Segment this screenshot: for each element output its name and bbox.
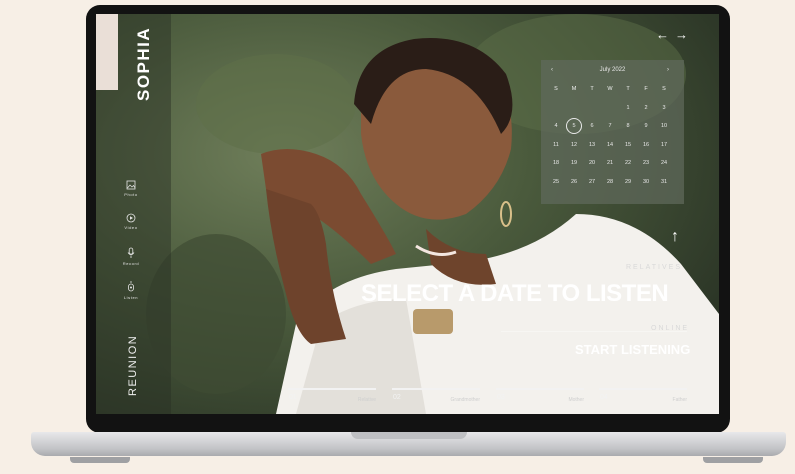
sidebar-item-photo[interactable]: Photo [116, 180, 146, 197]
calendar-day[interactable]: 4 [547, 117, 565, 136]
screen: SOPHIA Photo Video Record Listen REUNION… [96, 14, 719, 414]
calendar-day[interactable]: 23 [637, 154, 655, 173]
calendar-day[interactable]: 22 [619, 154, 637, 173]
track-item[interactable]: 02 Grandmother [392, 388, 480, 403]
calendar-day[interactable]: 8 [619, 117, 637, 136]
arrow-left-icon[interactable]: ← [656, 27, 675, 42]
sidebar-item-video[interactable]: Video [116, 213, 146, 230]
calendar-day[interactable]: 3 [655, 99, 673, 118]
sidebar-item-label: Photo [124, 192, 138, 197]
arrow-right-icon[interactable]: → [675, 27, 694, 42]
sidebar-item-label: Listen [123, 295, 139, 300]
calendar-day-selected[interactable]: 5 [566, 118, 582, 135]
calendar-day[interactable]: 14 [601, 136, 619, 155]
laptop-base [31, 432, 786, 456]
calendar-day[interactable]: 19 [565, 154, 583, 173]
calendar-day[interactable]: 15 [619, 136, 637, 155]
calendar-day[interactable]: 17 [655, 136, 673, 155]
track-label: Relative [357, 397, 376, 403]
calendar-day[interactable]: 21 [601, 154, 619, 173]
calendar-day[interactable]: 7 [601, 117, 619, 136]
mic-icon [127, 247, 135, 258]
calendar-day[interactable]: 10 [655, 117, 673, 136]
calendar-day[interactable]: 24 [655, 154, 673, 173]
calendar-day[interactable]: 26 [565, 173, 583, 192]
play-icon [126, 213, 136, 223]
brand-logo: REUNION [127, 334, 139, 396]
sidebar-item-listen[interactable]: Listen [116, 281, 146, 300]
track-label: Father [672, 397, 687, 403]
track-item[interactable]: 04 Father [599, 388, 687, 403]
calendar-grid: S M T W T F S 1 2 3 4 5 6 7 8 9 10 11 12 13 14 15 16 17 18 19 20 21… [547, 80, 673, 191]
calendar-day[interactable]: 30 [637, 173, 655, 192]
calendar-empty-cell [547, 99, 565, 118]
calendar-day[interactable]: 6 [583, 117, 601, 136]
slide-nav: ←→ [656, 27, 694, 42]
category-label: ONLINE [651, 325, 690, 332]
calendar-day[interactable]: 29 [619, 173, 637, 192]
calendar-day[interactable]: 25 [547, 173, 565, 192]
track-progress [496, 388, 584, 390]
sidebar-item-label: Video [124, 225, 138, 230]
track-number: 01 [289, 394, 297, 401]
chevron-right-icon[interactable]: › [667, 67, 669, 73]
weekday-label: F [644, 86, 648, 93]
calendar-day[interactable]: 11 [547, 136, 565, 155]
calendar-day[interactable]: 28 [601, 173, 619, 192]
calendar-header: ‹ July 2022 › [541, 67, 684, 77]
calendar-day[interactable]: 1 [619, 99, 637, 118]
weekday-label: S [554, 86, 558, 93]
calendar-day[interactable]: 16 [637, 136, 655, 155]
category-label: RELATIVES [626, 264, 682, 271]
calendar-day[interactable]: 13 [583, 136, 601, 155]
track-item[interactable]: 03 Mother [496, 388, 584, 403]
laptop-foot-right [703, 457, 763, 463]
weekday-label: S [662, 86, 666, 93]
app-name: SOPHIA [134, 26, 153, 102]
calendar-day[interactable]: 31 [655, 173, 673, 192]
calendar-empty-cell [565, 99, 583, 118]
image-icon [126, 180, 136, 190]
weekday-label: T [590, 86, 594, 93]
track-item[interactable]: 01 Relative [288, 388, 376, 403]
track-label: Mother [568, 397, 584, 403]
calendar-month: July 2022 [599, 67, 626, 73]
page-title: SELECT A DATE TO LISTEN [361, 280, 669, 307]
calendar-day[interactable]: 2 [637, 99, 655, 118]
listen-icon [128, 281, 134, 292]
calendar-day[interactable]: 27 [583, 173, 601, 192]
arrow-up-icon[interactable]: ↑ [671, 228, 679, 246]
calendar-day[interactable]: 20 [583, 154, 601, 173]
track-number: 02 [393, 394, 401, 401]
sidebar-item-label: Record [122, 261, 140, 266]
track-number: 03 [497, 394, 505, 401]
date-picker: ‹ July 2022 › S M T W T F S 1 2 3 4 5 6 7 8 9 10 11 12 13 14… [541, 60, 684, 204]
calendar-empty-cell [583, 99, 601, 118]
laptop-foot-left [70, 457, 130, 463]
start-listening-button[interactable]: START LISTENING [575, 342, 690, 357]
track-progress [392, 388, 480, 390]
weekday-label: M [571, 86, 577, 93]
calendar-day[interactable]: 18 [547, 154, 565, 173]
track-progress [599, 388, 687, 390]
accent-bar [96, 14, 118, 90]
weekday-label: W [607, 86, 613, 93]
weekday-label: T [626, 86, 630, 93]
track-number: 04 [600, 394, 608, 401]
calendar-day[interactable]: 9 [637, 117, 655, 136]
track-label: Grandmother [450, 397, 480, 403]
sidebar-item-record[interactable]: Record [116, 247, 146, 266]
base-notch [351, 432, 467, 439]
calendar-empty-cell [601, 99, 619, 118]
track-progress [288, 388, 376, 390]
calendar-day[interactable]: 12 [565, 136, 583, 155]
